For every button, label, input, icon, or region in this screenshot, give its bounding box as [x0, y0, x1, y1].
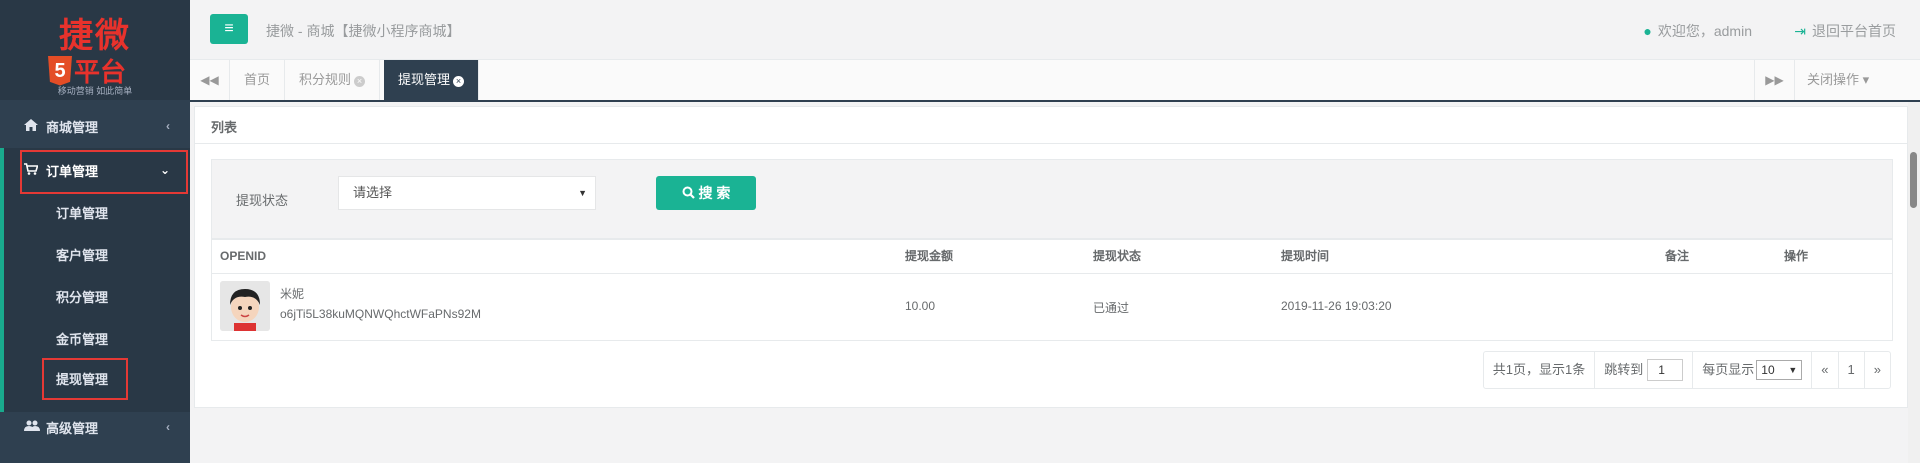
next-page-button[interactable]: »	[1865, 352, 1890, 388]
logo: 捷微 5 平台 移动营销 如此简单	[0, 0, 190, 100]
panel-title: 列表	[211, 120, 238, 135]
caret-down-icon: ▼	[578, 188, 587, 198]
logo-brand: 捷微	[59, 16, 131, 56]
top-bar: ≡ 捷微 - 商城【捷微小程序商城】 ● 欢迎您，admin ⇥ 退回平台首页	[190, 0, 1920, 60]
welcome-text: 欢迎您，admin	[1657, 23, 1752, 39]
home-icon	[24, 118, 40, 134]
exit-link[interactable]: ⇥ 退回平台首页	[1794, 21, 1896, 41]
menu-toggle-button[interactable]: ≡	[210, 14, 248, 44]
tab-withdraw[interactable]: 提现管理 ×	[384, 60, 480, 100]
page-title: 捷微 - 商城【捷微小程序商城】	[266, 23, 461, 39]
welcome-user[interactable]: ● 欢迎您，admin	[1643, 21, 1752, 41]
page-summary: 共1页，显示1条	[1484, 352, 1596, 388]
sidebar-item-label: 商城管理	[46, 119, 99, 135]
tab-label: 积分规则	[299, 72, 352, 87]
sidebar-item-mall[interactable]: 商城管理 ‹	[0, 104, 190, 148]
tab-label: 提现管理	[398, 72, 451, 87]
divider	[212, 239, 1892, 240]
scrollbar[interactable]	[1908, 102, 1920, 463]
backward-icon: ◀◀	[200, 73, 219, 87]
highlight-box	[20, 150, 188, 194]
current-page-button[interactable]: 1	[1839, 352, 1865, 388]
user-icon: ●	[1643, 23, 1652, 39]
column-header-amount: 提现金额	[905, 249, 954, 263]
list-panel: 列表 提现状态 请选择 ▼ 搜 索 OPENID 提现金额 提现状态 提现时间 …	[194, 106, 1908, 408]
highlight-box	[42, 358, 128, 400]
hamburger-icon: ≡	[224, 20, 234, 37]
sidebar-subitem-coins[interactable]: 金币管理	[56, 330, 108, 350]
sidebar-subitem-customers[interactable]: 客户管理	[56, 246, 108, 266]
per-page-value: 10	[1761, 363, 1775, 377]
caret-down-icon: ▾	[1859, 72, 1870, 87]
pagination: 共1页，显示1条 跳转到 1 每页显示 10 ▼ « 1 »	[1482, 351, 1891, 389]
users-icon	[24, 420, 40, 435]
tab-scroll-right-button[interactable]: ▶▶	[1754, 60, 1794, 100]
withdraw-time: 2019-11-26 19:03:20	[1281, 299, 1392, 313]
scrollbar-thumb[interactable]	[1910, 152, 1917, 208]
tab-points-rules[interactable]: 积分规则 ×	[285, 60, 381, 100]
page-jump-input[interactable]: 1	[1647, 359, 1684, 381]
page-jump: 跳转到 1	[1595, 352, 1694, 388]
column-header-openid: OPENID	[220, 249, 267, 263]
withdraw-amount: 10.00	[905, 299, 936, 313]
close-icon[interactable]: ×	[453, 76, 465, 87]
tabs-bar: ◀◀ 首页 积分规则 × 提现管理 × ▶▶ 关闭操作 ▾	[190, 60, 1920, 102]
divider	[195, 143, 1907, 144]
user-openid: o6jTi5L38kuMQNWQhctWFaPNs92M	[280, 307, 481, 321]
status-label: 提现状态	[236, 193, 289, 208]
sidebar-order-group: 订单管理 ⌄ 订单管理 客户管理 积分管理 金币管理 提现管理	[0, 148, 190, 412]
sidebar-item-advanced[interactable]: 高级管理 ‹	[0, 405, 190, 449]
html5-icon: 5	[48, 55, 72, 86]
tab-scroll-left-button[interactable]: ◀◀	[190, 60, 230, 100]
sign-out-icon: ⇥	[1794, 23, 1806, 39]
per-page-label: 每页显示	[1702, 362, 1755, 377]
divider	[212, 273, 1892, 274]
column-header-time: 提现时间	[1281, 249, 1330, 263]
caret-down-icon: ▼	[1788, 365, 1798, 375]
prev-page-button[interactable]: «	[1812, 352, 1839, 388]
tab-label: 首页	[244, 72, 271, 87]
search-icon	[682, 185, 699, 201]
withdraw-status: 已通过	[1093, 301, 1130, 315]
search-button-label: 搜 索	[698, 185, 731, 201]
forward-icon: ▶▶	[1765, 73, 1784, 87]
exit-text: 退回平台首页	[1812, 23, 1896, 39]
column-header-remark: 备注	[1665, 249, 1690, 263]
avatar	[220, 281, 270, 331]
close-icon[interactable]: ×	[354, 76, 366, 87]
user-name: 米妮	[280, 287, 305, 301]
status-select[interactable]: 请选择 ▼	[338, 176, 596, 210]
per-page-select[interactable]: 10 ▼	[1756, 360, 1803, 380]
column-header-status: 提现状态	[1093, 249, 1142, 263]
per-page: 每页显示 10 ▼	[1693, 352, 1813, 388]
search-button[interactable]: 搜 索	[656, 176, 756, 210]
chevron-left-icon: ‹	[166, 119, 170, 133]
search-form: 提现状态 请选择 ▼ 搜 索	[211, 159, 1893, 239]
close-ops-label: 关闭操作	[1807, 72, 1860, 87]
logo-slogan: 移动营销 如此简单	[57, 86, 133, 96]
column-header-ops: 操作	[1784, 249, 1809, 263]
chevron-left-icon: ‹	[166, 420, 170, 434]
page-jump-label: 跳转到	[1604, 362, 1644, 377]
status-select-value: 请选择	[353, 185, 393, 200]
close-operations-dropdown[interactable]: 关闭操作 ▾	[1794, 60, 1920, 100]
tab-home[interactable]: 首页	[230, 60, 286, 100]
withdraw-table: OPENID 提现金额 提现状态 提现时间 备注 操作 米妮 o6jTi5L38…	[211, 239, 1893, 341]
sidebar-item-label: 高级管理	[46, 420, 99, 436]
sidebar-subitem-points[interactable]: 积分管理	[56, 288, 108, 308]
sidebar-subitem-order-manage[interactable]: 订单管理	[56, 204, 108, 224]
sidebar: 捷微 5 平台 移动营销 如此简单 商城管理 ‹ 订单管理 ⌄ 订单管理 客户管…	[0, 0, 190, 463]
